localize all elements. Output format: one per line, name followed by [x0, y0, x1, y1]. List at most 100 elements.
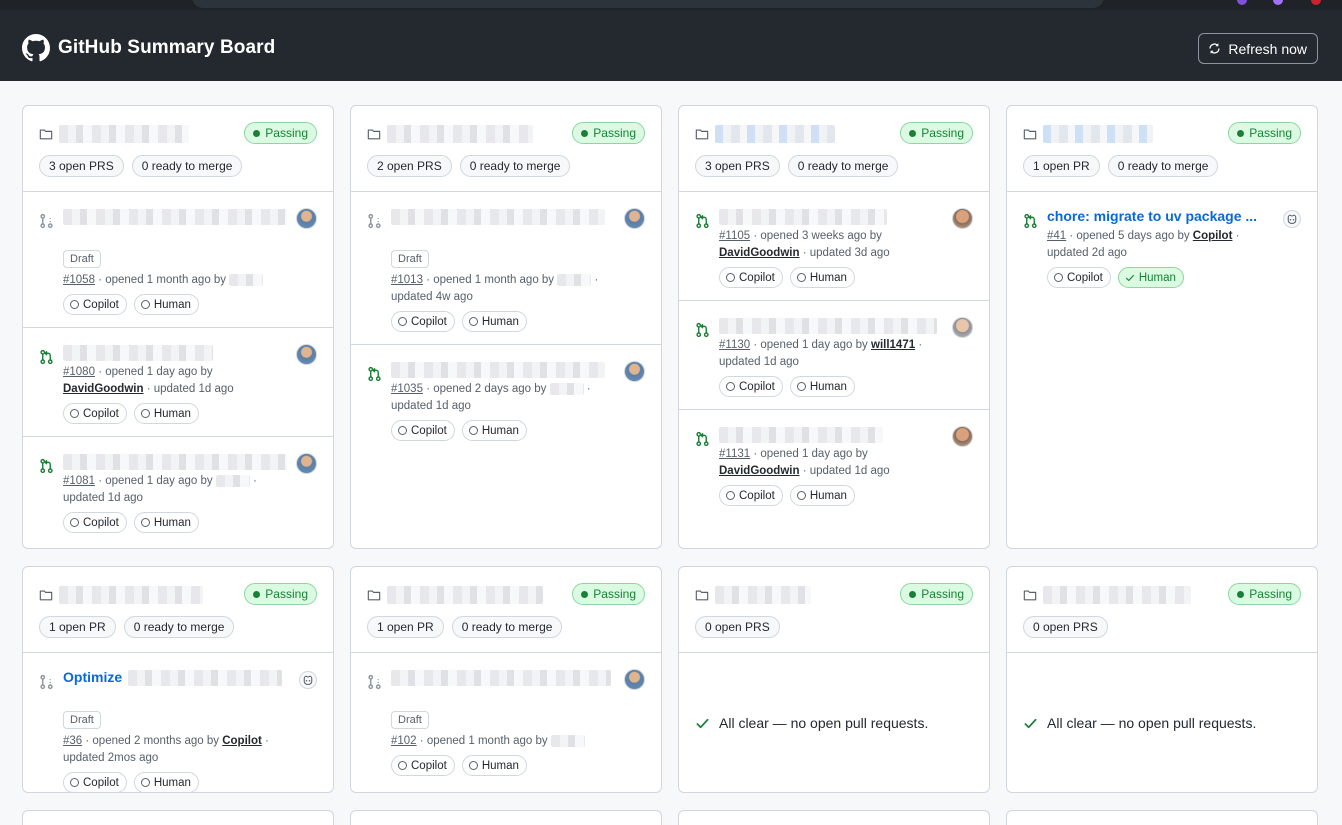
pr-number-link[interactable]: #1081: [63, 475, 95, 487]
human-review-chip: Human: [461, 420, 527, 441]
pull-request-item: #1035 · opened 2 days ago by · updated 1d…: [351, 345, 661, 453]
pr-author-redacted[interactable]: [229, 273, 264, 286]
empty-state: All clear — no open pull requests.: [679, 653, 989, 731]
pr-author-link[interactable]: Copilot: [222, 735, 262, 747]
pr-title-link[interactable]: [63, 344, 287, 362]
author-avatar: [952, 426, 973, 447]
pr-number-link[interactable]: #1035: [391, 383, 423, 395]
repo-name-redacted[interactable]: [59, 125, 189, 143]
pr-author-link[interactable]: DavidGoodwin: [719, 247, 800, 259]
pending-ring-icon: [70, 409, 79, 418]
pr-title-link[interactable]: [719, 317, 943, 335]
ci-status-badge: Passing: [900, 122, 973, 144]
copilot-review-chip: Copilot: [391, 311, 455, 332]
pr-number-link[interactable]: #36: [63, 735, 82, 747]
repo-card-header: Passing 1 open PR 0 ready to merge: [1007, 106, 1317, 192]
open-pr-count: 1 open PR: [367, 616, 444, 638]
repo-name-redacted[interactable]: [1043, 586, 1191, 604]
refresh-button-label: Refresh now: [1228, 40, 1307, 57]
pr-meta: #1035 · opened 2 days ago by · updated 1d…: [391, 382, 591, 412]
pr-title-link[interactable]: [63, 453, 287, 471]
repo-stats: 3 open PRS 0 ready to merge: [695, 155, 973, 177]
pr-updated-text: updated 1d ago: [719, 356, 799, 368]
page-title: GitHub Summary Board: [58, 37, 276, 58]
pr-title-link[interactable]: Optimize: [63, 669, 287, 687]
human-review-chip: Human: [133, 772, 199, 792]
ci-status-label: Passing: [265, 587, 308, 601]
repo-card-header: Passing 1 open PR 0 ready to merge: [351, 567, 661, 653]
extension-icon[interactable]: [1237, 0, 1247, 5]
pr-number-link[interactable]: #1131: [719, 448, 750, 460]
pr-author-redacted[interactable]: [550, 734, 585, 747]
human-chip-label: Human: [153, 407, 191, 420]
pr-number-link[interactable]: #1080: [63, 366, 95, 378]
pr-title-link[interactable]: [391, 669, 615, 687]
repo-stats: 1 open PR 0 ready to merge: [1023, 155, 1301, 177]
pull-request-icon: [696, 431, 709, 447]
review-chips: Copilot Human: [63, 403, 317, 424]
github-logo-icon: [22, 34, 50, 62]
browser-chrome-strip: [0, 0, 1342, 10]
pr-author-link[interactable]: DavidGoodwin: [63, 383, 144, 395]
copilot-review-chip: Copilot: [391, 755, 455, 776]
copilot-chip-label: Copilot: [411, 759, 447, 772]
repo-name-redacted[interactable]: [387, 125, 533, 143]
pr-title-link[interactable]: [391, 361, 615, 379]
pr-title-link[interactable]: [391, 208, 615, 226]
check-icon: [696, 718, 709, 728]
open-pr-count: 0 open PRS: [1023, 616, 1108, 638]
draft-pr-icon: [40, 674, 53, 690]
pr-title-link[interactable]: chore: migrate to uv package ...: [1047, 208, 1271, 226]
author-avatar: [952, 208, 973, 229]
author-avatar: [624, 361, 645, 382]
author-avatar: [624, 208, 645, 229]
pr-title-link[interactable]: [63, 208, 287, 226]
repo-card: [22, 810, 334, 825]
pr-title-link[interactable]: [719, 208, 943, 226]
pr-title-text: chore: migrate to uv package ...: [1047, 208, 1258, 224]
pending-ring-icon: [796, 491, 806, 500]
ready-to-merge-count: 0 ready to merge: [1107, 155, 1219, 177]
draft-label: Draft: [63, 711, 101, 729]
pr-number-link[interactable]: #1013: [391, 274, 423, 286]
human-review-chip: Human: [461, 755, 527, 776]
repo-card: Passing 3 open PRS 0 ready to merge Draft #1…: [22, 105, 334, 549]
repo-name-redacted[interactable]: [715, 125, 835, 143]
repo-name-redacted[interactable]: [715, 586, 811, 604]
refresh-icon: [1209, 43, 1220, 54]
copilot-chip-label: Copilot: [739, 271, 775, 284]
pr-author-redacted[interactable]: [549, 382, 584, 395]
ci-status-label: Passing: [1249, 587, 1292, 601]
pr-opened-text: · opened 3 weeks ago by: [753, 230, 882, 242]
repo-name-redacted[interactable]: [1043, 125, 1153, 143]
pr-number-link[interactable]: #1105: [719, 230, 750, 242]
ci-status-label: Passing: [593, 126, 636, 140]
extension-icon[interactable]: [1273, 0, 1283, 5]
ci-status-badge: Passing: [572, 122, 645, 144]
review-chips: Copilot Human: [391, 755, 645, 776]
ci-status-badge: Passing: [1228, 122, 1301, 144]
pr-number-link[interactable]: #102: [391, 735, 417, 747]
pr-number-link[interactable]: #41: [1047, 230, 1066, 242]
repo-name-redacted[interactable]: [387, 586, 543, 604]
pr-number-link[interactable]: #1130: [719, 339, 750, 351]
pr-author-link[interactable]: will1471: [871, 339, 915, 351]
refresh-button[interactable]: Refresh now: [1198, 33, 1318, 64]
ci-status-badge: Passing: [572, 583, 645, 605]
draft-pr-icon: [368, 674, 381, 690]
pending-ring-icon: [70, 518, 79, 527]
pull-request-icon: [368, 366, 381, 382]
repo-card: [350, 810, 662, 825]
brand: GitHub Summary Board: [22, 34, 275, 62]
pr-author-redacted[interactable]: [557, 273, 592, 286]
address-bar[interactable]: [192, 0, 1104, 8]
pr-author-link[interactable]: DavidGoodwin: [719, 465, 800, 477]
pr-opened-text: · opened 1 day ago by: [98, 475, 213, 487]
pr-number-link[interactable]: #1058: [63, 274, 95, 286]
profile-icon[interactable]: [1311, 0, 1321, 5]
pr-author-link[interactable]: Copilot: [1193, 230, 1233, 242]
repo-card-header: Passing 0 open PRS: [1007, 567, 1317, 653]
pr-title-link[interactable]: [719, 426, 943, 444]
repo-name-redacted[interactable]: [59, 586, 203, 604]
pr-author-redacted[interactable]: [215, 474, 250, 487]
